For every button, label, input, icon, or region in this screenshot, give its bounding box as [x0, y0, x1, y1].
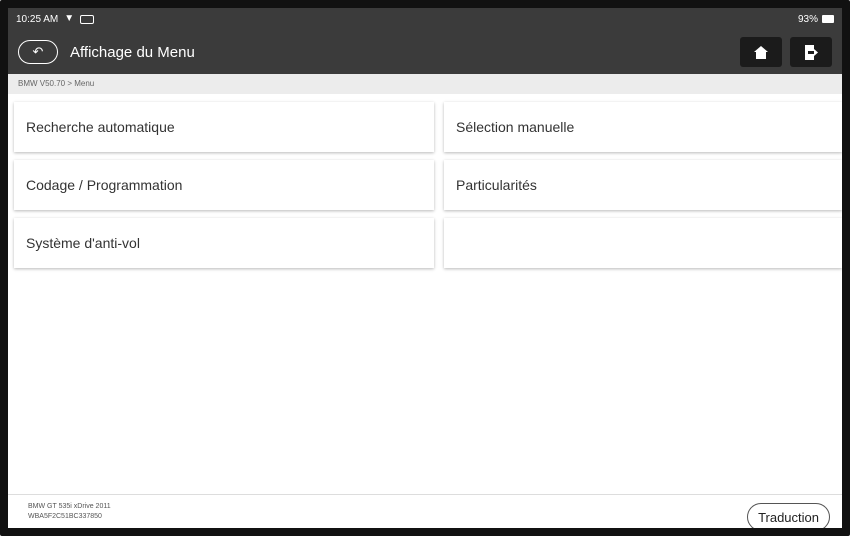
vehicle-info: BMW GT 535i xDrive 2011 WBA5F2C51BC33785…: [28, 502, 111, 522]
battery-icon: [822, 15, 834, 23]
clock: 10:25 AM: [16, 13, 59, 25]
exit-icon: [805, 44, 818, 60]
home-icon: [754, 45, 768, 59]
vehicle-vin: WBA5F2C51BC337850: [28, 513, 102, 520]
back-icon: ↶: [32, 44, 44, 59]
wifi-icon: ▼: [64, 13, 75, 24]
menu-item-systeme-anti-vol[interactable]: Système d'anti-vol: [14, 218, 434, 268]
menu-item-selection-manuelle[interactable]: Sélection manuelle: [444, 102, 842, 152]
breadcrumb: BMW V50.70 > Menu: [8, 74, 842, 94]
menu-grid: Recherche automatique Sélection manuelle…: [14, 102, 842, 268]
translate-button[interactable]: Traduction: [747, 503, 830, 528]
home-button[interactable]: [740, 37, 782, 67]
message-icon: [80, 14, 95, 24]
menu-item-particularites[interactable]: Particularités: [444, 160, 842, 210]
page-title: Affichage du Menu: [70, 43, 195, 61]
back-button[interactable]: ↶: [18, 40, 58, 64]
menu-item-empty: [444, 218, 842, 268]
title-bar: ↶ Affichage du Menu: [8, 30, 842, 74]
battery-level: 93%: [797, 13, 818, 25]
menu-item-recherche-automatique[interactable]: Recherche automatique: [14, 102, 434, 152]
vehicle-model: BMW GT 535i xDrive 2011: [28, 503, 111, 510]
exit-button[interactable]: [790, 37, 832, 67]
menu-item-codage-programmation[interactable]: Codage / Programmation: [14, 160, 434, 210]
tablet-screen: 10:25 AM ▼ 93% ↶ Affichage du Menu BMW V…: [0, 0, 850, 536]
status-bar: 10:25 AM ▼ 93%: [8, 8, 842, 30]
footer-divider: [8, 494, 842, 495]
